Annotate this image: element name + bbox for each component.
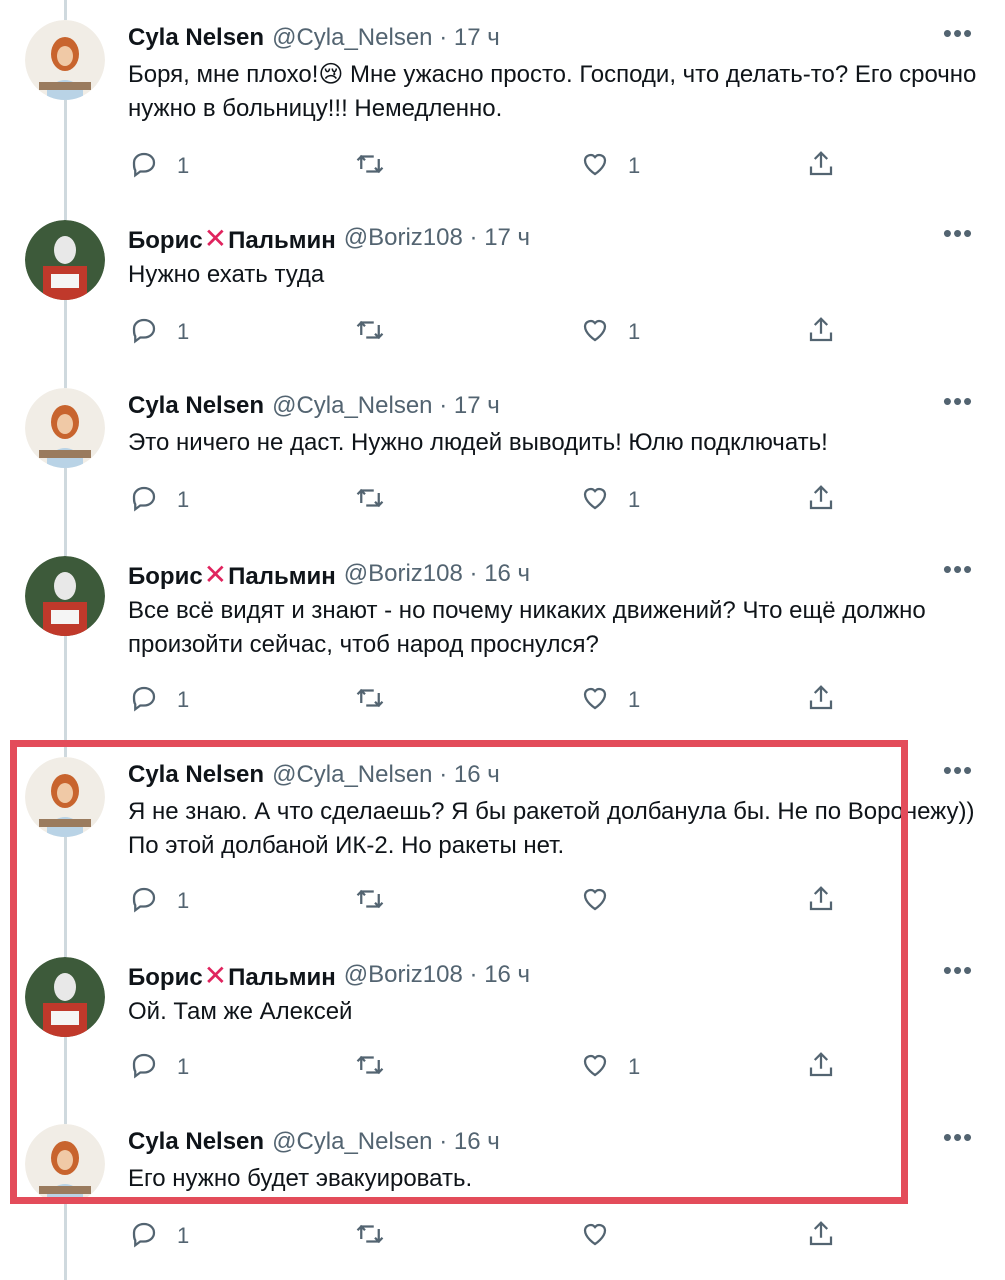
reply-icon	[129, 683, 159, 718]
author-name-last: Пальмин	[228, 562, 336, 590]
like-count: 1	[628, 153, 641, 178]
author-name-first: Борис	[128, 562, 203, 590]
separator: ·	[469, 560, 478, 587]
retweet-button[interactable]	[355, 146, 385, 186]
reply-count: 1	[177, 687, 190, 712]
reply-count: 1	[177, 1223, 190, 1248]
like-button[interactable]: 1	[580, 480, 640, 520]
timestamp[interactable]: 17 ч	[454, 24, 500, 51]
like-count: 1	[628, 319, 641, 344]
more-icon[interactable]: •••	[940, 957, 976, 991]
more-icon[interactable]: •••	[940, 757, 976, 791]
like-button[interactable]: 1	[580, 146, 640, 186]
reply-count: 1	[177, 153, 190, 178]
timestamp[interactable]: 17 ч	[454, 392, 500, 419]
share-button[interactable]	[806, 146, 836, 186]
retweet-button[interactable]	[355, 1216, 385, 1256]
share-icon	[806, 1219, 836, 1254]
like-button[interactable]: 1	[580, 680, 640, 720]
tweet-text: Боря, мне плохо!😢 Мне ужасно просто. Гос…	[128, 61, 977, 122]
author-handle[interactable]: @Cyla_Nelsen	[272, 24, 432, 51]
avatar[interactable]	[25, 220, 105, 300]
reply-count: 1	[177, 319, 190, 344]
retweet-icon	[355, 683, 385, 718]
retweet-button[interactable]	[355, 480, 385, 520]
tweet-text: Нужно ехать туда	[128, 261, 325, 288]
author-name[interactable]: Борис✕Пальмин	[128, 558, 336, 591]
separator: ·	[469, 224, 478, 251]
avatar[interactable]	[25, 20, 105, 100]
reply-button[interactable]: 1	[129, 146, 189, 186]
retweet-icon	[355, 1219, 385, 1254]
like-icon	[580, 483, 610, 518]
more-icon[interactable]: •••	[940, 556, 976, 590]
author-handle[interactable]: @Boriz108	[344, 224, 463, 251]
like-icon	[580, 683, 610, 718]
reply-icon	[129, 149, 159, 184]
cross-icon: ✕	[203, 558, 228, 590]
more-icon[interactable]: •••	[940, 388, 976, 422]
share-button[interactable]	[806, 480, 836, 520]
author-handle[interactable]: @Cyla_Nelsen	[272, 392, 432, 419]
reply-count: 1	[177, 487, 190, 512]
author-name-first: Борис	[128, 226, 203, 254]
reply-button[interactable]: 1	[129, 312, 189, 352]
more-icon[interactable]: •••	[940, 1124, 976, 1158]
like-icon	[580, 315, 610, 350]
like-button[interactable]: 1	[580, 312, 640, 352]
avatar[interactable]	[25, 556, 105, 636]
retweet-button[interactable]	[355, 680, 385, 720]
like-icon	[580, 149, 610, 184]
avatar[interactable]	[25, 388, 105, 468]
more-icon[interactable]: •••	[940, 220, 976, 254]
reply-icon	[129, 483, 159, 518]
author-handle[interactable]: @Boriz108	[344, 560, 463, 587]
retweet-icon	[355, 483, 385, 518]
reply-icon	[129, 1219, 159, 1254]
timestamp[interactable]: 17 ч	[484, 224, 530, 251]
highlight-box	[10, 740, 908, 1204]
share-icon	[806, 483, 836, 518]
like-count: 1	[628, 487, 641, 512]
retweet-icon	[355, 315, 385, 350]
tweet-text: Это ничего не даст. Нужно людей выводить…	[128, 429, 828, 456]
retweet-icon	[355, 149, 385, 184]
like-icon	[580, 1219, 610, 1254]
like-button[interactable]	[580, 1216, 628, 1256]
reply-button[interactable]: 1	[129, 680, 189, 720]
share-icon	[806, 315, 836, 350]
separator: ·	[439, 24, 448, 51]
share-icon	[806, 683, 836, 718]
reply-icon	[129, 315, 159, 350]
share-button[interactable]	[806, 1216, 836, 1256]
separator: ·	[439, 392, 448, 419]
author-name[interactable]: Cyla Nelsen	[128, 392, 264, 420]
reply-button[interactable]: 1	[129, 480, 189, 520]
like-count: 1	[628, 687, 641, 712]
author-name-last: Пальмин	[228, 226, 336, 254]
reply-button[interactable]: 1	[129, 1216, 189, 1256]
cross-icon: ✕	[203, 222, 228, 254]
author-name[interactable]: Борис✕Пальмин	[128, 222, 336, 255]
share-icon	[806, 149, 836, 184]
timestamp[interactable]: 16 ч	[484, 560, 530, 587]
author-name[interactable]: Cyla Nelsen	[128, 24, 264, 52]
tweet-text: Все всё видят и знают - но почему никаки…	[128, 597, 926, 658]
retweet-button[interactable]	[355, 312, 385, 352]
share-button[interactable]	[806, 312, 836, 352]
more-icon[interactable]: •••	[940, 20, 976, 54]
share-button[interactable]	[806, 680, 836, 720]
